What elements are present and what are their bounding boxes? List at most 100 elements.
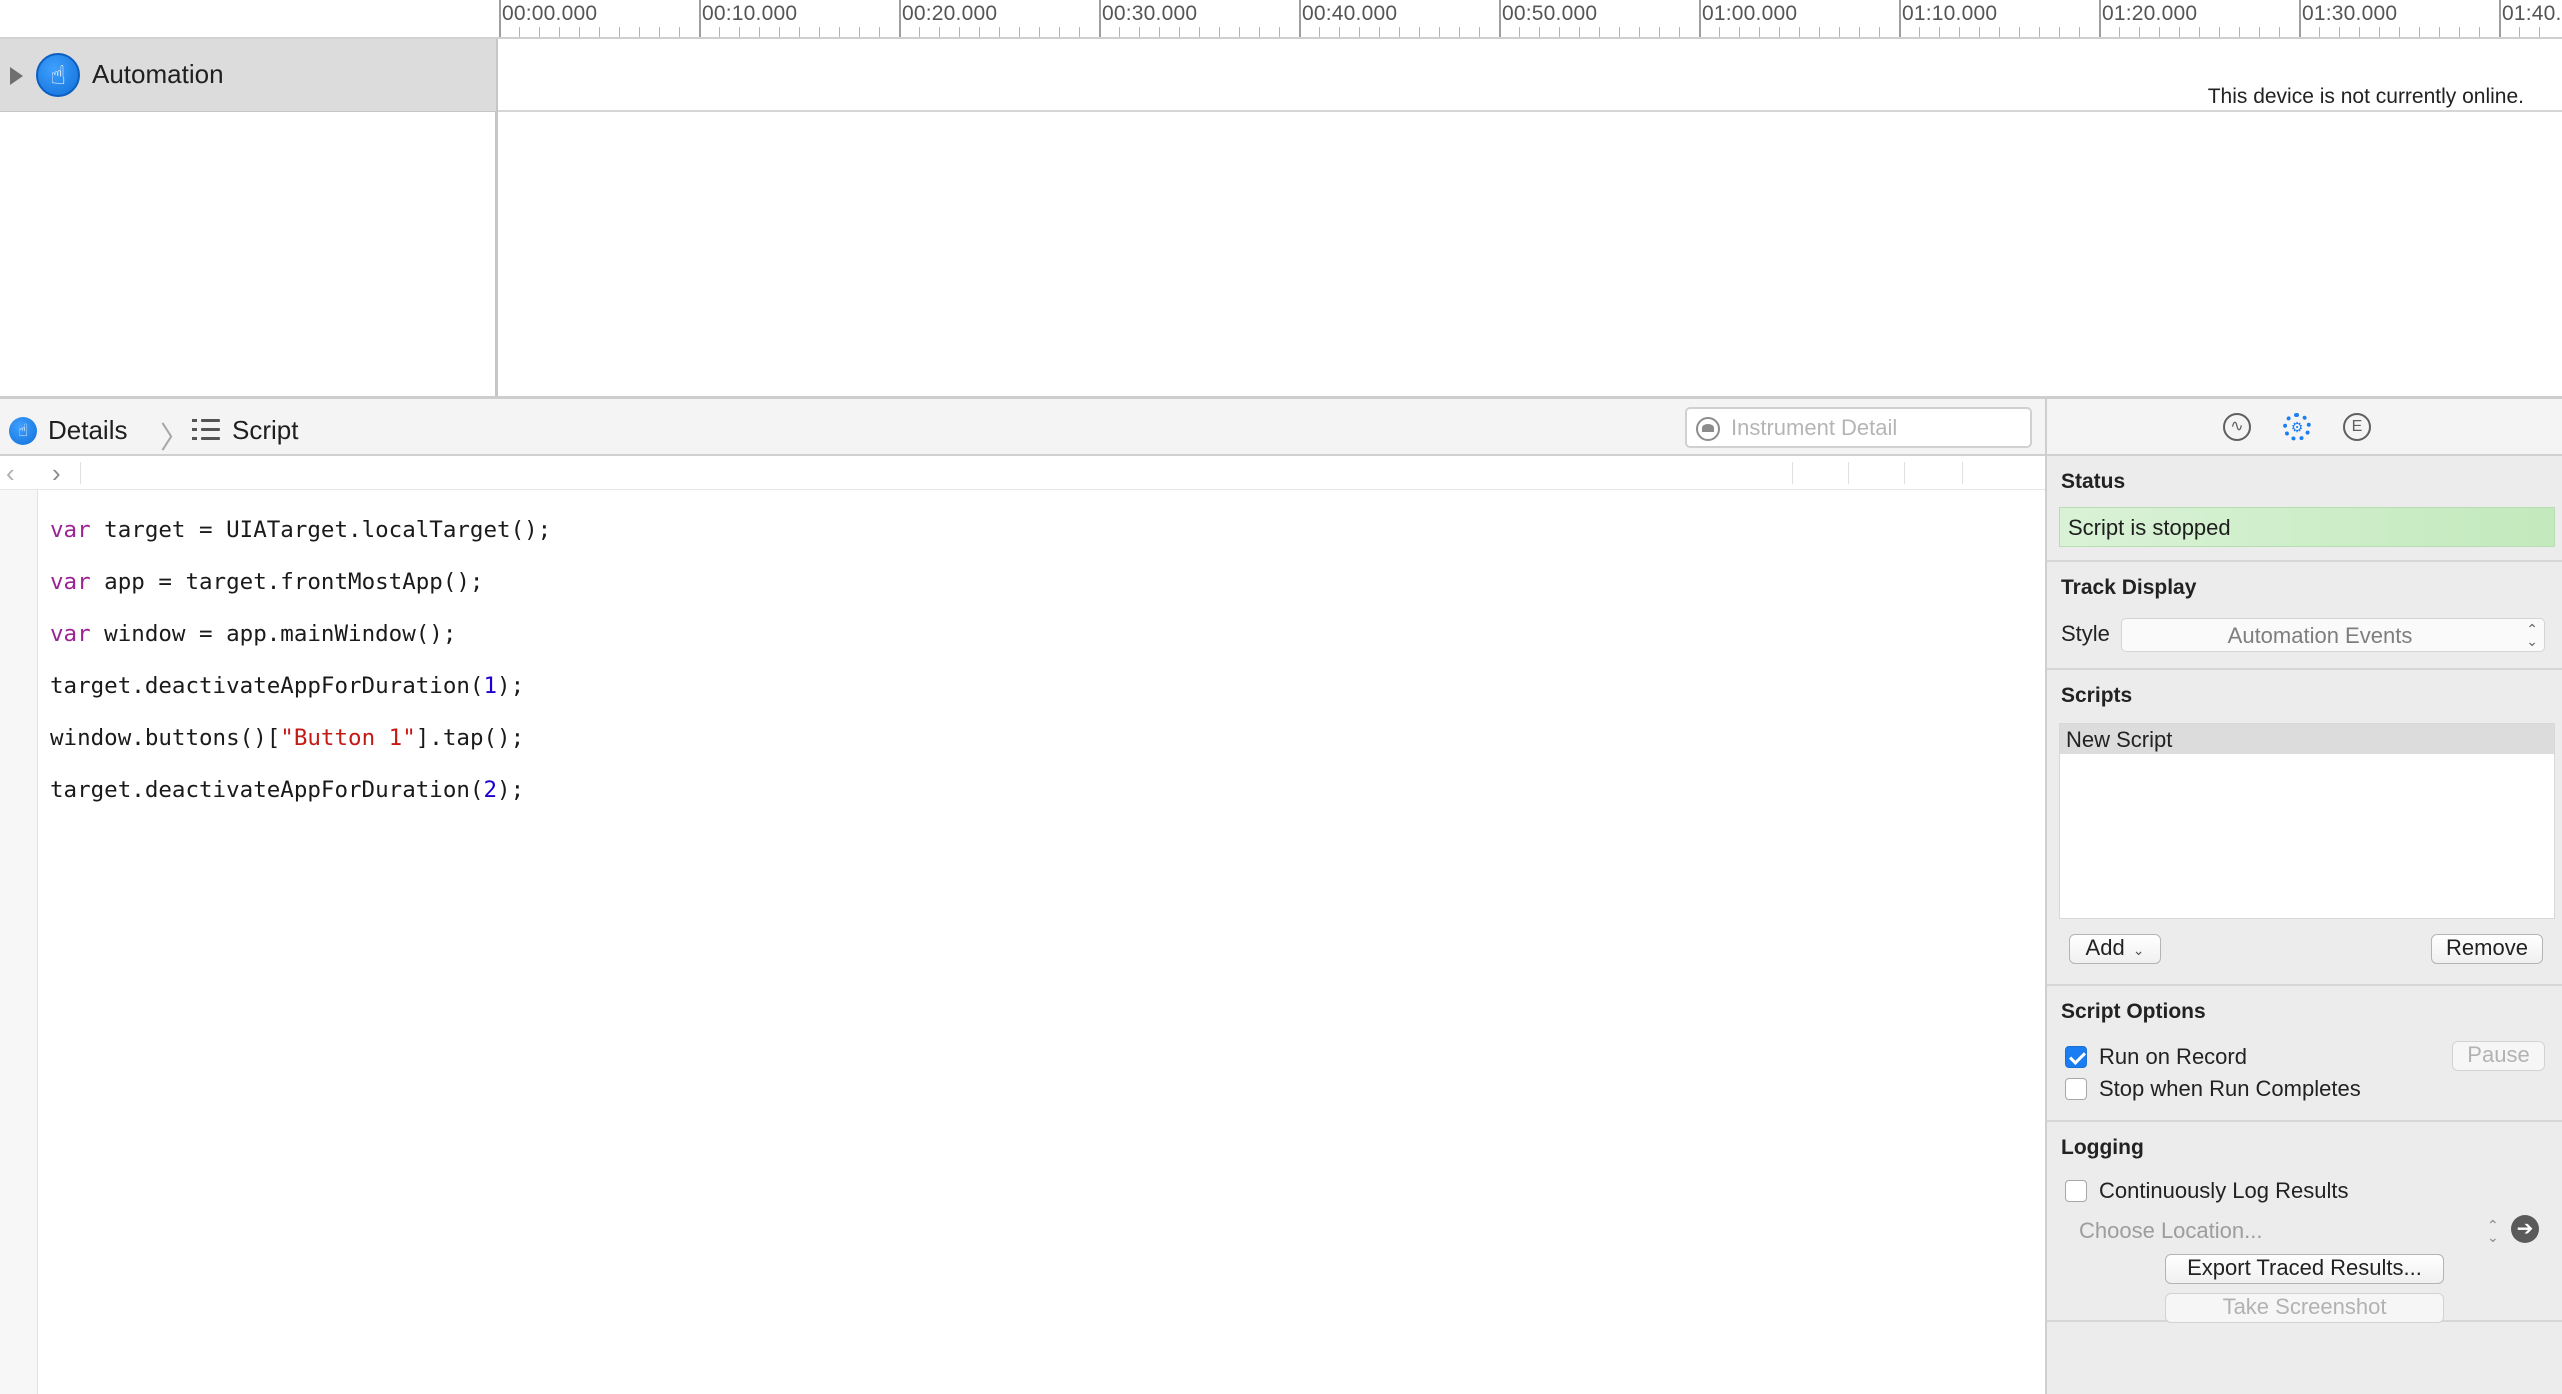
ruler-minor-tick <box>559 27 560 37</box>
ruler-minor-tick <box>1179 27 1180 37</box>
code-line[interactable]: target.deactivateAppForDuration(1); <box>50 666 551 718</box>
ruler-minor-tick <box>979 27 980 37</box>
ruler-minor-tick <box>1339 27 1340 37</box>
ruler-major-tick <box>1099 0 1101 37</box>
instrument-detail-search[interactable] <box>1685 407 2032 448</box>
scripts-list[interactable]: New Script <box>2059 723 2555 919</box>
track-display-title: Track Display <box>2061 576 2197 599</box>
code-token: target = UIATarget.localTarget(); <box>90 517 552 543</box>
breadcrumb-chevron-icon: 〉 <box>160 422 190 455</box>
code-token: var <box>50 621 91 647</box>
ruler-minor-tick <box>879 27 880 37</box>
stop-when-complete-checkbox[interactable] <box>2065 1078 2087 1100</box>
continuous-log-label: Continuously Log Results <box>2099 1178 2349 1203</box>
style-select[interactable]: Automation Events ⌃ ⌄ <box>2121 618 2545 652</box>
breadcrumb-script[interactable]: Script <box>232 415 298 446</box>
track-header-automation[interactable]: ☝ Automation <box>0 39 497 112</box>
ruler-minor-tick <box>799 27 800 37</box>
nav-divider <box>80 462 81 484</box>
pause-button[interactable]: Pause <box>2452 1041 2545 1071</box>
ruler-major-tick <box>2099 0 2101 37</box>
add-label: Add <box>2085 935 2125 960</box>
disclosure-triangle-icon[interactable] <box>10 67 23 85</box>
take-screenshot-button[interactable]: Take Screenshot <box>2165 1293 2444 1323</box>
automation-instrument-icon: ☝ <box>36 53 80 97</box>
ruler-tick-label: 00:50.000 <box>1502 2 1598 25</box>
ruler-minor-tick <box>519 27 520 37</box>
nav-divider <box>1848 462 1849 484</box>
ruler-minor-tick <box>2419 27 2420 37</box>
code-line[interactable]: var target = UIATarget.localTarget(); <box>50 510 551 562</box>
ruler-minor-tick <box>1519 27 1520 37</box>
ruler-minor-tick <box>2399 27 2400 37</box>
breadcrumb-details[interactable]: Details <box>48 415 127 446</box>
ruler-tick-label: 01:10.000 <box>1902 2 1998 25</box>
track-title: Automation <box>92 59 224 89</box>
code-token: app = target.frontMostApp(); <box>90 569 484 595</box>
gear-icon[interactable]: ⚙ <box>2283 413 2311 441</box>
nav-divider <box>1962 462 1963 484</box>
ruler-minor-tick <box>1459 27 1460 37</box>
ruler-minor-tick <box>2339 27 2340 37</box>
back-arrow-icon[interactable]: ‹ <box>6 458 15 489</box>
ruler-minor-tick <box>2519 27 2520 37</box>
ruler-major-tick <box>899 0 901 37</box>
inspector-tab-bar: ∿ ⚙ E <box>2047 399 2562 456</box>
code-token: window.buttons()[ <box>50 725 281 751</box>
ruler-tick-label: 00:00.000 <box>502 2 598 25</box>
ruler-minor-tick <box>1359 27 1360 37</box>
list-item[interactable]: New Script <box>2060 724 2554 754</box>
code-token: target.deactivateAppForDuration( <box>50 673 484 699</box>
code-token: 1 <box>483 673 498 699</box>
code-line[interactable]: target.deactivateAppForDuration(2); <box>50 770 551 822</box>
ruler-minor-tick <box>759 27 760 37</box>
extended-detail-icon[interactable]: E <box>2343 413 2371 441</box>
ruler-major-tick <box>699 0 701 37</box>
ruler-minor-tick <box>1579 27 1580 37</box>
code-token: var <box>50 569 91 595</box>
run-on-record-checkbox[interactable] <box>2065 1046 2087 1068</box>
code-token: window = app.mainWindow(); <box>90 621 457 647</box>
ruler-minor-tick <box>2359 27 2360 37</box>
export-results-button[interactable]: Export Traced Results... <box>2165 1254 2444 1284</box>
code-line[interactable]: var window = app.mainWindow(); <box>50 614 551 666</box>
ruler-minor-tick <box>719 27 720 37</box>
ruler-minor-tick <box>1779 27 1780 37</box>
instrument-detail-input[interactable] <box>1731 414 2021 442</box>
record-settings-icon[interactable]: ∿ <box>2223 413 2251 441</box>
forward-arrow-icon[interactable]: › <box>52 458 61 489</box>
ruler-minor-tick <box>2479 27 2480 37</box>
script-name: New Script <box>2066 727 2173 752</box>
continuous-log-checkbox[interactable] <box>2065 1180 2087 1202</box>
ruler-major-tick <box>1699 0 1701 37</box>
filter-icon[interactable] <box>1696 417 1720 441</box>
add-script-button[interactable]: Add ⌄ <box>2069 934 2161 964</box>
ruler-minor-tick <box>2179 27 2180 37</box>
ruler-major-tick <box>1299 0 1301 37</box>
ruler-major-tick <box>2499 0 2501 37</box>
ruler-minor-tick <box>959 27 960 37</box>
ruler-tick-label: 00:30.000 <box>1102 2 1198 25</box>
ruler-minor-tick <box>599 27 600 37</box>
code-line[interactable]: var app = target.frontMostApp(); <box>50 562 551 614</box>
chevron-down-icon: ⌄ <box>2132 942 2145 958</box>
script-editor[interactable]: var target = UIATarget.localTarget(); var… <box>50 510 551 822</box>
ruler-minor-tick <box>999 27 1000 37</box>
go-arrow-icon[interactable]: ➔ <box>2511 1215 2539 1243</box>
ruler-minor-tick <box>619 27 620 37</box>
choose-location-field[interactable]: Choose Location... <box>2079 1218 2262 1244</box>
ruler-minor-tick <box>539 27 540 37</box>
ruler-tick-label: 01:30.000 <box>2302 2 2398 25</box>
location-updown-icon[interactable]: ⌃ ⌄ <box>2487 1218 2499 1244</box>
code-token: ); <box>497 673 525 699</box>
time-ruler[interactable]: 00:00.000 00:10.000 00:20.000 00:30.000 00:4… <box>497 0 2562 39</box>
code-line[interactable]: window.buttons()["Button 1"].tap(); <box>50 718 551 770</box>
ruler-minor-tick <box>1819 27 1820 37</box>
ruler-minor-tick <box>1419 27 1420 37</box>
remove-script-button[interactable]: Remove <box>2431 934 2543 964</box>
ruler-minor-tick <box>1739 27 1740 37</box>
ruler-minor-tick <box>1019 27 1020 37</box>
ruler-tick-label: 00:10.000 <box>702 2 798 25</box>
track-lane-automation[interactable]: This device is not currently online. <box>498 39 2562 112</box>
ruler-minor-tick <box>1199 27 1200 37</box>
